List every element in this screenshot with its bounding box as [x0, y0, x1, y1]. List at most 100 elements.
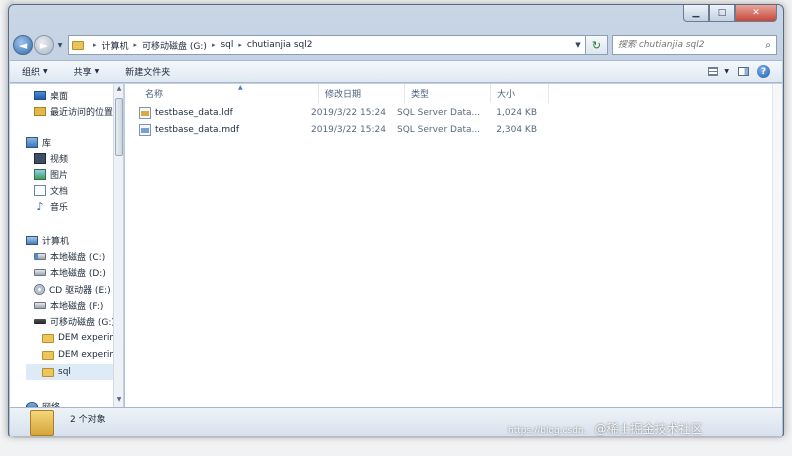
watermark: https://blog.csdn. @稀土掘金技术社区: [508, 420, 702, 437]
chevron-right-icon[interactable]: ▸: [93, 41, 97, 49]
music-library-icon: ♪: [36, 199, 44, 213]
file-name-cell: testbase_data.ldf: [139, 104, 311, 121]
forward-button[interactable]: ►: [34, 35, 54, 55]
libraries-icon: [26, 136, 38, 148]
chevron-right-icon[interactable]: ▸: [134, 41, 138, 49]
change-view-button[interactable]: [705, 66, 721, 78]
sidebar-item-sql[interactable]: sql: [26, 364, 113, 380]
sidebar-item-computer[interactable]: 计算机: [26, 232, 69, 248]
new-folder-button[interactable]: 新建文件夹: [125, 65, 170, 78]
computer-icon: [26, 235, 38, 245]
sidebar-item-label: CD 驱动器 (E:): [49, 285, 111, 296]
file-date: 2019/3/22 15:24: [311, 107, 386, 118]
file-name: testbase_data.ldf: [155, 107, 233, 118]
command-bar: 组织 ▼ 共享 ▼ 新建文件夹 ▼ ?: [10, 60, 782, 83]
desktop-icon: [34, 90, 46, 100]
column-headers: 名称 修改日期 类型 大小: [125, 84, 772, 103]
ldf-file-icon: [139, 106, 151, 119]
search-icon[interactable]: ⌕: [760, 40, 776, 51]
file-type: SQL Server Data...: [397, 124, 481, 135]
breadcrumb-current-folder[interactable]: chutianjia sql2: [247, 40, 313, 50]
file-size: 2,304 KB: [496, 124, 537, 135]
sidebar-item-desktop[interactable]: 桌面: [34, 87, 68, 103]
sidebar-item-videos[interactable]: 视频: [34, 150, 68, 166]
views-icon: [708, 67, 719, 76]
sidebar-item-drive-d[interactable]: 本地磁盘 (D:): [34, 264, 106, 280]
sidebar-item-network[interactable]: 网络: [26, 398, 60, 407]
scroll-down-icon[interactable]: ▼: [114, 396, 124, 406]
sidebar-item-documents[interactable]: 文档: [34, 182, 68, 198]
breadcrumb-sql[interactable]: sql: [220, 40, 233, 50]
table-row[interactable]: testbase_data.mdf 2019/3/22 15:24 SQL Se…: [139, 121, 537, 138]
folder-icon: [42, 367, 54, 377]
scroll-up-icon[interactable]: ▲: [114, 85, 124, 95]
chevron-down-icon: ▼: [43, 68, 48, 75]
sidebar-item-label: 图片: [50, 170, 69, 181]
organize-button[interactable]: 组织 ▼: [22, 65, 48, 78]
share-button[interactable]: 共享 ▼: [74, 65, 100, 78]
breadcrumb-computer[interactable]: 计算机: [102, 39, 129, 52]
window-caption-buttons: ▁ □ ✕: [683, 5, 777, 22]
sidebar-item-label: 文档: [50, 186, 69, 197]
chevron-right-icon[interactable]: ▸: [212, 41, 216, 49]
sidebar-item-folder[interactable]: DEM experim: [42, 330, 113, 346]
navigation-scrollbar[interactable]: ▲ ▼: [114, 84, 124, 407]
folder-icon: [72, 40, 84, 50]
view-options-dropdown[interactable]: ▼: [724, 68, 729, 75]
folder-icon: [42, 350, 54, 360]
mdf-file-icon: [139, 123, 151, 136]
column-header-date[interactable]: 修改日期: [319, 84, 405, 103]
maximize-button[interactable]: □: [709, 5, 735, 22]
breadcrumb-removable-disk[interactable]: 可移动磁盘 (G:): [142, 39, 207, 52]
watermark-url: https://blog.csdn.: [508, 426, 587, 436]
column-header-type[interactable]: 类型: [405, 84, 491, 103]
refresh-button[interactable]: ↻: [586, 35, 608, 55]
sidebar-item-drive-f[interactable]: 本地磁盘 (F:): [34, 297, 103, 313]
sidebar-item-label: 本地磁盘 (F:): [50, 301, 104, 312]
chevron-right-icon[interactable]: ▸: [238, 41, 242, 49]
recent-pages-dropdown[interactable]: ▼: [54, 42, 66, 49]
sidebar-item-folder[interactable]: DEM experim: [42, 347, 114, 363]
file-type: SQL Server Data...: [397, 107, 481, 118]
minimize-button[interactable]: ▁: [683, 5, 709, 22]
close-button[interactable]: ✕: [735, 5, 777, 22]
scrollbar-thumb[interactable]: [115, 98, 123, 156]
picture-library-icon: [34, 168, 46, 180]
sidebar-item-cd-drive[interactable]: CD 驱动器 (E:): [34, 281, 111, 297]
sidebar-item-music[interactable]: ♪ 音乐: [34, 198, 68, 214]
sidebar-item-drive-c[interactable]: 本地磁盘 (C:): [34, 248, 105, 264]
explorer-window: ▁ □ ✕ ◄ ► ▼ ▸ 计算机 ▸ 可移动磁盘 (G:) ▸ sql ▸ c…: [8, 4, 784, 436]
maximize-icon: □: [717, 8, 727, 18]
item-count: 2 个对象: [70, 415, 106, 425]
drive-c-icon: [34, 252, 46, 260]
new-folder-label: 新建文件夹: [125, 68, 171, 78]
address-history-dropdown[interactable]: ▼: [571, 41, 585, 49]
column-header-name[interactable]: 名称: [125, 84, 319, 103]
folder-icon: [30, 410, 54, 436]
search-input[interactable]: [618, 40, 760, 50]
file-date: 2019/3/22 15:24: [311, 124, 386, 135]
preview-pane-icon: [737, 67, 749, 76]
sidebar-item-label: 可移动磁盘 (G:): [50, 317, 114, 328]
sidebar-item-label: DEM experim: [58, 350, 114, 360]
sidebar-item-pictures[interactable]: 图片: [34, 166, 68, 182]
back-arrow-icon: ◄: [18, 38, 28, 52]
file-name-cell: testbase_data.mdf: [139, 121, 311, 138]
address-bar[interactable]: ▸ 计算机 ▸ 可移动磁盘 (G:) ▸ sql ▸ chutianjia sq…: [68, 35, 586, 55]
help-icon[interactable]: ?: [757, 65, 770, 78]
preview-pane-button[interactable]: [735, 66, 751, 78]
forward-arrow-icon: ►: [39, 38, 49, 52]
file-list: ▲ 名称 修改日期 类型 大小 testbase_data.ldf 2019/3…: [125, 84, 772, 407]
sidebar-item-libraries[interactable]: 库: [26, 134, 51, 150]
sidebar-item-label: 本地磁盘 (D:): [50, 268, 106, 279]
table-row[interactable]: testbase_data.ldf 2019/3/22 15:24 SQL Se…: [139, 104, 537, 121]
sidebar-item-label: 库: [42, 138, 52, 149]
back-button[interactable]: ◄: [13, 35, 33, 55]
address-row: ◄ ► ▼ ▸ 计算机 ▸ 可移动磁盘 (G:) ▸ sql ▸ chutian…: [13, 32, 777, 58]
sidebar-item-recent-places[interactable]: 最近访问的位置: [34, 103, 113, 119]
file-list-scrollbar[interactable]: [772, 84, 782, 407]
sidebar-item-removable-disk[interactable]: 可移动磁盘 (G:): [34, 313, 114, 329]
search-box[interactable]: ⌕: [612, 35, 777, 55]
column-header-size[interactable]: 大小: [491, 84, 549, 103]
chevron-down-icon: ▼: [94, 68, 100, 75]
